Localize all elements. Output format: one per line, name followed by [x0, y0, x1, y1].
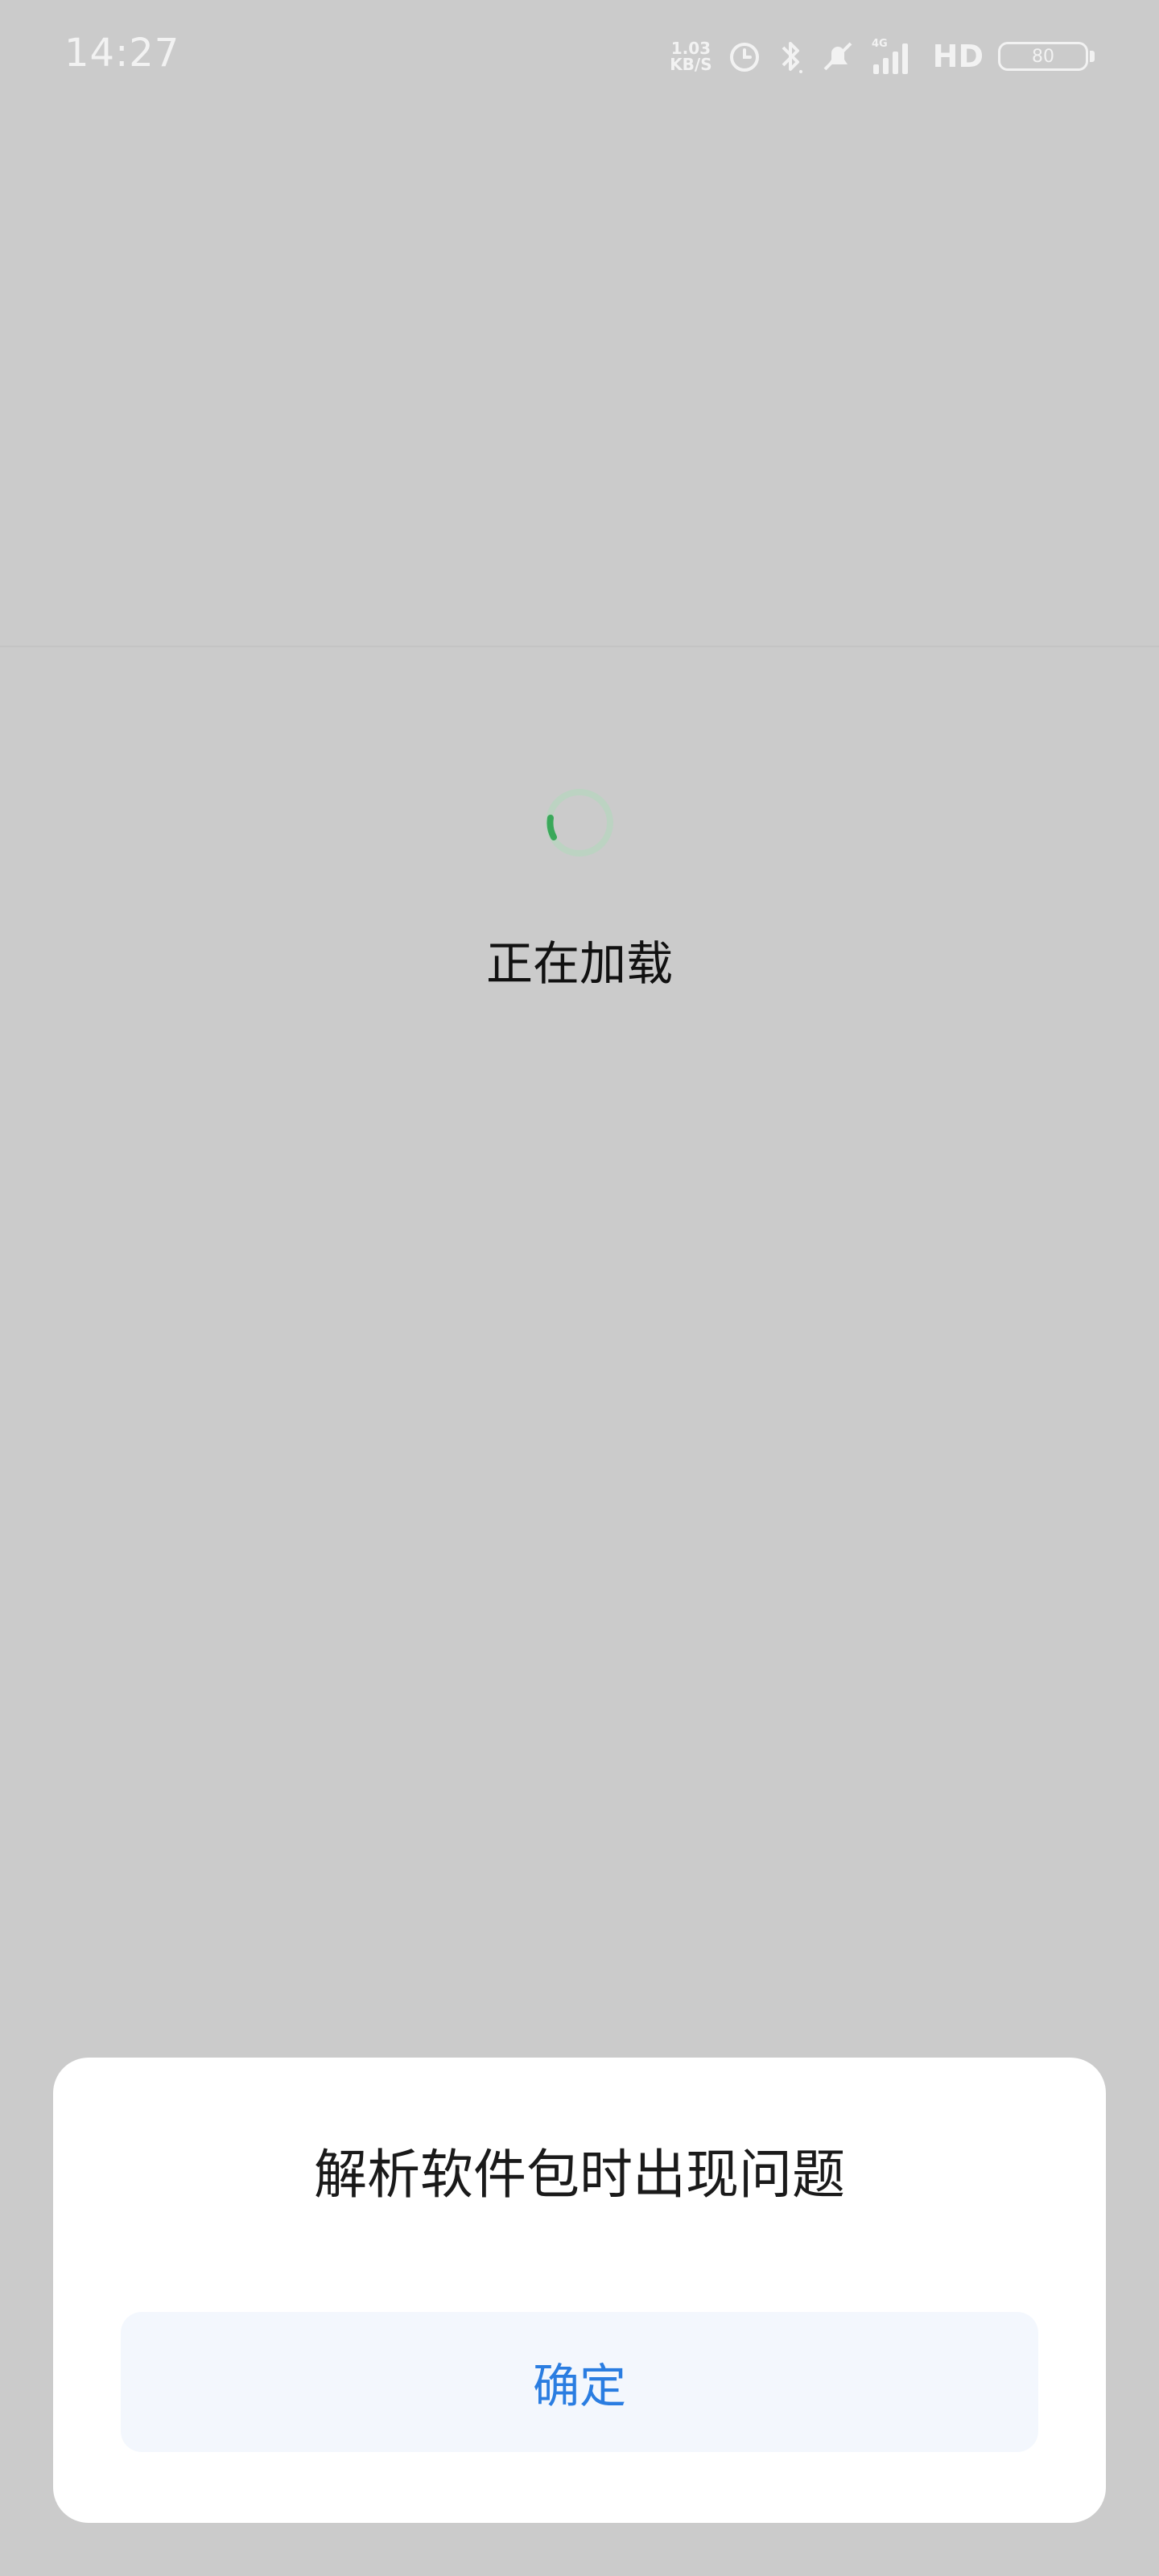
- app-screen: 14:27 1.03 KB/S 4G HD 80 正在加载 解析软件包时出现问题…: [0, 0, 1159, 2576]
- hd-label: HD: [932, 39, 984, 74]
- error-dialog: 解析软件包时出现问题 确定: [53, 2058, 1106, 2523]
- status-icons: 1.03 KB/S 4G HD 80: [670, 32, 1098, 80]
- status-bar: 14:27 1.03 KB/S 4G HD 80: [0, 0, 1159, 113]
- battery-tip: [1090, 51, 1095, 62]
- bluetooth-icon: [777, 36, 806, 76]
- loading-spinner-icon: [544, 787, 615, 858]
- network-type: 4G: [872, 38, 888, 50]
- confirm-button[interactable]: 确定: [121, 2312, 1038, 2452]
- status-time: 14:27: [64, 31, 180, 76]
- mute-icon: [820, 39, 856, 74]
- header-divider: [0, 646, 1159, 647]
- loading-text: 正在加载: [485, 936, 673, 991]
- network-speed-unit: KB/S: [670, 55, 712, 74]
- signal-icon: 4G: [870, 37, 918, 76]
- battery-level: 80: [998, 42, 1088, 71]
- alarm-icon: [727, 39, 762, 74]
- network-speed-value: 1.03: [670, 39, 711, 58]
- dialog-title: 解析软件包时出现问题: [314, 2144, 845, 2206]
- network-speed: 1.03 KB/S: [670, 40, 711, 72]
- battery-icon: 80: [998, 40, 1098, 72]
